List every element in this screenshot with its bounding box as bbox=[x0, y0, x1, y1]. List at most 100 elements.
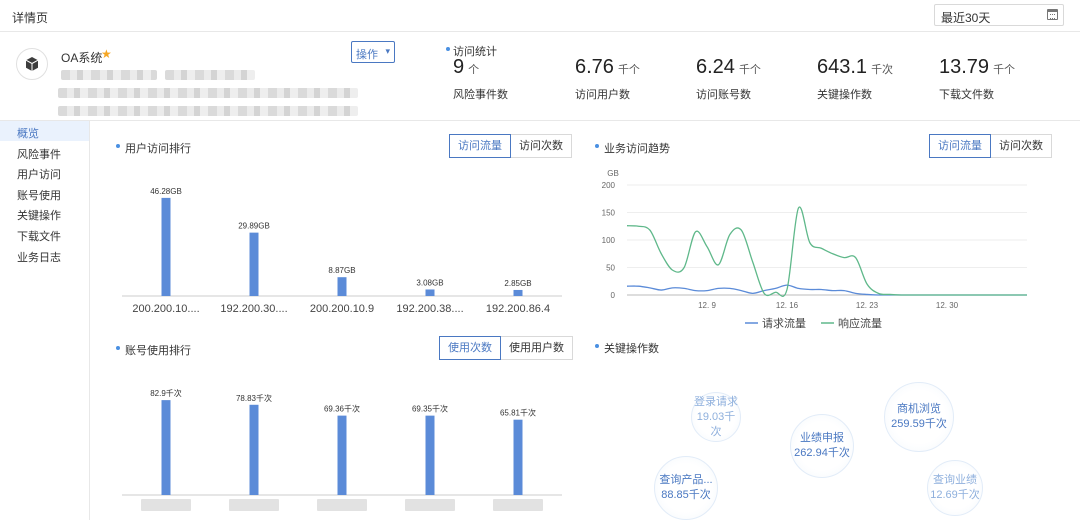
x-tick-label: 200.200.10.9 bbox=[310, 303, 374, 315]
series-line bbox=[626, 206, 1027, 298]
operation-button-label: 操作 bbox=[356, 49, 378, 61]
bar bbox=[161, 400, 171, 495]
stat-label: 访问用户数 bbox=[575, 89, 630, 101]
bubble-performance-report[interactable]: 业绩申报 262.94千次 bbox=[790, 414, 854, 478]
bubble-value: 259.59千次 bbox=[891, 418, 947, 430]
y-tick-label: 50 bbox=[606, 264, 615, 273]
account-rank-toggle: 使用次数 使用用户数 bbox=[439, 336, 573, 360]
x-tick-label: 12. 16 bbox=[776, 301, 799, 310]
toggle-traffic[interactable]: 访问流量 bbox=[929, 134, 991, 158]
stat-value: 13.79 bbox=[939, 56, 990, 78]
x-tick-label: 192.200.38.... bbox=[396, 303, 463, 315]
y-tick-label: 100 bbox=[602, 236, 616, 245]
bubble-value: 19.03千次 bbox=[696, 410, 736, 438]
top-bar: 详情页 最近30天 bbox=[0, 0, 1080, 32]
stat-value: 6.24 bbox=[696, 56, 735, 78]
legend-label: 请求流量 bbox=[762, 316, 806, 330]
bar bbox=[249, 232, 259, 296]
bubble-label: 登录请求 bbox=[694, 395, 738, 408]
toggle-user-count[interactable]: 使用用户数 bbox=[501, 336, 573, 360]
sidebar-item-business-log[interactable]: 业务日志 bbox=[0, 245, 89, 265]
bubble-value: 12.69千次 bbox=[930, 489, 980, 501]
sidebar-item-risk-events[interactable]: 风险事件 bbox=[0, 142, 89, 162]
sidebar-item-key-operations[interactable]: 关键操作 bbox=[0, 203, 89, 223]
date-range-select[interactable]: 最近30天 bbox=[934, 4, 1064, 26]
bar-value-label: 69.36千次 bbox=[324, 404, 360, 414]
bar bbox=[249, 404, 259, 495]
redacted-category bbox=[229, 499, 279, 511]
bar-value-label: 8.87GB bbox=[328, 266, 355, 275]
account-rank-title: 账号使用排行 bbox=[116, 342, 191, 358]
bar bbox=[425, 289, 435, 296]
stat-unit: 千个 bbox=[738, 64, 761, 76]
bar-value-label: 2.85GB bbox=[504, 279, 531, 288]
star-icon[interactable]: ★ bbox=[101, 47, 112, 61]
x-tick-label: 192.200.86.4 bbox=[486, 303, 550, 315]
user-rank-toggle: 访问流量 访问次数 bbox=[449, 134, 572, 158]
stat-unit: 千个 bbox=[617, 64, 640, 76]
bar bbox=[513, 289, 523, 296]
bar bbox=[337, 415, 347, 495]
bar bbox=[513, 419, 523, 495]
sidebar-item-overview[interactable]: 概览 bbox=[0, 121, 89, 141]
cube-icon bbox=[16, 48, 48, 80]
date-range-value: 最近30天 bbox=[941, 11, 991, 25]
sidebar-item-user-access[interactable]: 用户访问 bbox=[0, 162, 89, 182]
redacted-text bbox=[58, 106, 358, 116]
y-tick-label: 200 bbox=[602, 181, 616, 190]
bubble-value: 88.85千次 bbox=[661, 489, 711, 501]
operation-button[interactable]: 操作 ▾ bbox=[351, 41, 395, 63]
stat-value: 9 bbox=[453, 56, 465, 78]
bubble-label: 查询产品... bbox=[659, 474, 713, 486]
x-tick-label: 192.200.30.... bbox=[220, 303, 287, 315]
bar bbox=[337, 277, 347, 296]
user-rank-title: 用户访问排行 bbox=[116, 140, 191, 156]
page-title: 详情页 bbox=[12, 11, 49, 25]
user-rank-chart: 46.28GB 200.200.10.... 29.89GB 192.200.30..… bbox=[122, 187, 562, 315]
toggle-visits[interactable]: 访问次数 bbox=[991, 134, 1052, 158]
stat-label: 下载文件数 bbox=[939, 89, 994, 101]
sidebar: 概览 风险事件 用户访问 账号使用 关键操作 下载文件 业务日志 bbox=[0, 121, 90, 520]
x-tick-label: 200.200.10.... bbox=[132, 303, 199, 315]
bubble-opportunity-browse[interactable]: 商机浏览 259.59千次 bbox=[884, 382, 954, 452]
account-rank-chart: 82.9千次 78.83千次 69.36千次 69.35千次 65.81千次 bbox=[122, 388, 562, 511]
y-axis-label: GB bbox=[607, 169, 619, 178]
stat-unit: 千次 bbox=[871, 64, 894, 76]
bar-value-label: 3.08GB bbox=[416, 278, 443, 287]
stat-unit: 个 bbox=[468, 64, 480, 76]
toggle-usage-count[interactable]: 使用次数 bbox=[439, 336, 501, 360]
stat-accounts: 6.24 千个 访问账号数 bbox=[696, 56, 761, 101]
business-trend-chart: GB 0 50 100 150 200 12. 9 12. 16 12. 23 12. 30 请求流… bbox=[602, 169, 1027, 330]
chevron-down-icon: ▾ bbox=[385, 46, 390, 56]
redacted-category bbox=[405, 499, 455, 511]
x-tick-label: 12. 9 bbox=[698, 301, 716, 310]
bubble-product-query[interactable]: 查询产品... 88.85千次 bbox=[654, 456, 718, 520]
bar-value-label: 69.35千次 bbox=[412, 404, 448, 414]
bar-value-label: 29.89GB bbox=[238, 222, 270, 231]
redacted-category bbox=[493, 499, 543, 511]
stat-key-ops: 643.1 千次 关键操作数 bbox=[817, 56, 894, 101]
toggle-traffic[interactable]: 访问流量 bbox=[449, 134, 511, 158]
redacted-category bbox=[141, 499, 191, 511]
stat-label: 关键操作数 bbox=[817, 89, 872, 101]
sidebar-item-account-usage[interactable]: 账号使用 bbox=[0, 183, 89, 203]
bar-value-label: 78.83千次 bbox=[236, 393, 272, 403]
series-line bbox=[626, 284, 1027, 296]
y-tick-label: 0 bbox=[611, 291, 616, 300]
bar-value-label: 82.9千次 bbox=[150, 388, 182, 398]
stat-value: 6.76 bbox=[575, 56, 614, 78]
toggle-visits[interactable]: 访问次数 bbox=[511, 134, 572, 158]
sidebar-item-downloads[interactable]: 下载文件 bbox=[0, 224, 89, 244]
bubble-label: 查询业绩 bbox=[933, 474, 977, 486]
redacted-text bbox=[165, 70, 255, 80]
calendar-icon[interactable] bbox=[1047, 9, 1058, 20]
stat-label: 风险事件数 bbox=[453, 89, 508, 101]
bubble-value: 262.94千次 bbox=[794, 447, 850, 459]
redacted-text bbox=[61, 70, 157, 80]
bubble-performance-query[interactable]: 查询业绩 12.69千次 bbox=[927, 460, 983, 516]
bubble-login-request[interactable]: 登录请求 19.03千次 bbox=[691, 392, 741, 442]
stat-users: 6.76 千个 访问用户数 bbox=[575, 56, 640, 101]
stat-value: 643.1 bbox=[817, 56, 868, 78]
x-tick-label: 12. 23 bbox=[856, 301, 879, 310]
stat-label: 访问账号数 bbox=[696, 89, 751, 101]
